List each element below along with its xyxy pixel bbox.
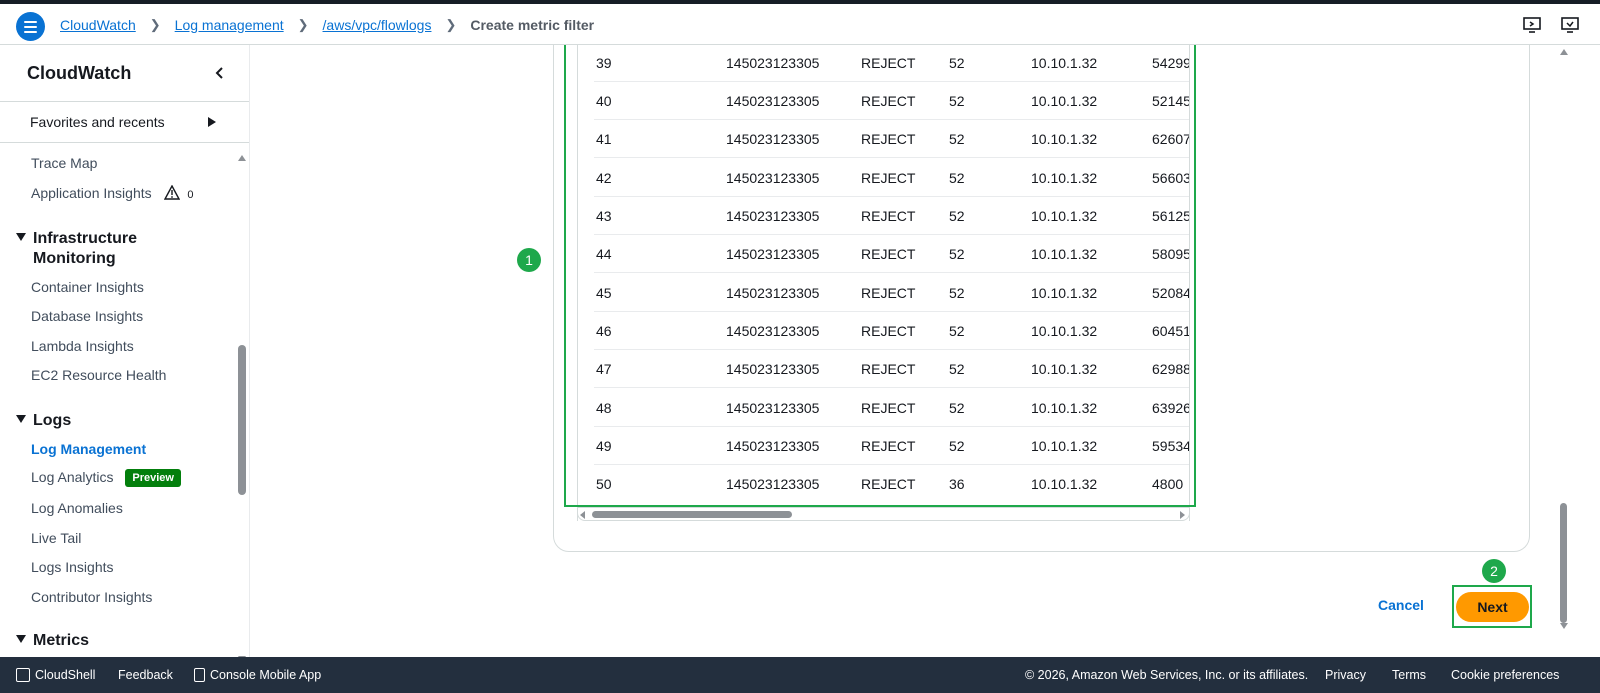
caret-right-icon[interactable] xyxy=(208,117,216,127)
collapse-chevron-icon[interactable] xyxy=(212,65,228,81)
terminal-icon xyxy=(16,668,30,682)
page-scrollbar[interactable] xyxy=(1558,45,1570,657)
breadcrumb-log-management[interactable]: Log management xyxy=(175,17,284,33)
divider xyxy=(0,101,249,102)
monitor-icon[interactable] xyxy=(1522,15,1542,35)
cloudshell-link[interactable]: CloudShell xyxy=(16,668,95,682)
sidebar-item-database-insights[interactable]: Database Insights xyxy=(31,308,143,324)
sidebar-item-label: Application Insights xyxy=(31,185,152,201)
scroll-up-icon[interactable] xyxy=(238,155,246,161)
table-horizontal-scrollbar[interactable] xyxy=(577,507,1190,521)
highlight-box-table xyxy=(564,45,1196,507)
menu-icon[interactable] xyxy=(16,12,45,41)
breadcrumb-cloudwatch[interactable]: CloudWatch xyxy=(60,17,136,33)
sidebar-item-container-insights[interactable]: Container Insights xyxy=(31,279,144,295)
horizontal-scroll-thumb[interactable] xyxy=(592,511,792,518)
breadcrumb-current: Create metric filter xyxy=(470,16,595,33)
favorites-and-recents[interactable]: Favorites and recents xyxy=(30,114,220,130)
warning-icon xyxy=(163,184,180,200)
chevron-right-icon: ❯ xyxy=(445,16,457,32)
console-mobile-app-link[interactable]: Console Mobile App xyxy=(194,668,321,682)
sidebar-item-logs-insights[interactable]: Logs Insights xyxy=(31,559,114,575)
side-navigation: CloudWatch Favorites and recents Trace M… xyxy=(0,45,250,657)
sidebar-item-contributor-insights[interactable]: Contributor Insights xyxy=(31,589,152,605)
sidebar-item-application-insights[interactable]: Application Insights 0 xyxy=(31,184,194,201)
highlight-box-next xyxy=(1452,585,1532,628)
privacy-link[interactable]: Privacy xyxy=(1325,668,1366,682)
sidebar-item-label: Log Analytics xyxy=(31,469,114,485)
breadcrumb-log-group[interactable]: /aws/vpc/flowlogs xyxy=(323,17,432,33)
warning-count: 0 xyxy=(187,189,194,201)
step-marker-2: 2 xyxy=(1482,559,1506,583)
top-header: CloudWatch ❯ Log management ❯ /aws/vpc/f… xyxy=(0,4,1600,45)
terms-link[interactable]: Terms xyxy=(1392,668,1426,682)
sidebar-item-lambda-insights[interactable]: Lambda Insights xyxy=(31,338,134,354)
breadcrumb: CloudWatch ❯ Log management ❯ /aws/vpc/f… xyxy=(60,4,594,45)
mobile-icon xyxy=(194,668,205,682)
scroll-down-icon[interactable] xyxy=(1560,623,1568,629)
cloudshell-label: CloudShell xyxy=(35,668,96,682)
page-scroll-thumb[interactable] xyxy=(1560,503,1567,623)
scroll-right-icon[interactable] xyxy=(1180,511,1185,519)
scroll-left-icon[interactable] xyxy=(580,511,585,519)
sidebar-title: CloudWatch xyxy=(27,63,132,83)
cookie-preferences-link[interactable]: Cookie preferences xyxy=(1451,668,1559,682)
copyright-text: © 2026, Amazon Web Services, Inc. or its… xyxy=(1025,668,1309,682)
sidebar-item-trace-map[interactable]: Trace Map xyxy=(31,155,97,171)
scroll-up-icon[interactable] xyxy=(1560,49,1568,55)
caret-down-icon xyxy=(16,635,26,643)
sidebar-item-ec2-resource-health[interactable]: EC2 Resource Health xyxy=(31,367,166,383)
section-metrics[interactable]: Metrics xyxy=(16,631,89,651)
section-infrastructure-monitoring[interactable]: Infrastructure Monitoring xyxy=(16,229,186,269)
cancel-button[interactable]: Cancel xyxy=(1378,597,1424,613)
sidebar-item-log-analytics[interactable]: Log Analytics Preview xyxy=(31,469,181,487)
sidebar-item-live-tail[interactable]: Live Tail xyxy=(31,530,81,546)
section-logs[interactable]: Logs xyxy=(16,411,71,431)
step-marker-1: 1 xyxy=(517,248,541,272)
chevron-right-icon: ❯ xyxy=(297,16,309,32)
sidebar-item-log-anomalies[interactable]: Log Anomalies xyxy=(31,500,123,516)
mobile-label: Console Mobile App xyxy=(210,668,322,682)
caret-down-icon xyxy=(16,415,26,423)
footer: CloudShell Feedback Console Mobile App ©… xyxy=(0,657,1600,693)
sidebar-scrollbar[interactable] xyxy=(236,153,248,657)
notifications-icon[interactable] xyxy=(1560,15,1580,35)
feedback-link[interactable]: Feedback xyxy=(118,668,173,682)
chevron-right-icon: ❯ xyxy=(149,16,161,32)
main-content: 39 145023123305 REJECT 52 10.10.1.32 542… xyxy=(251,45,1556,657)
sidebar-scroll-thumb[interactable] xyxy=(238,345,246,495)
sidebar-item-log-management[interactable]: Log Management xyxy=(31,441,146,457)
caret-down-icon xyxy=(16,233,26,241)
divider xyxy=(0,142,249,143)
preview-badge: Preview xyxy=(125,469,181,487)
